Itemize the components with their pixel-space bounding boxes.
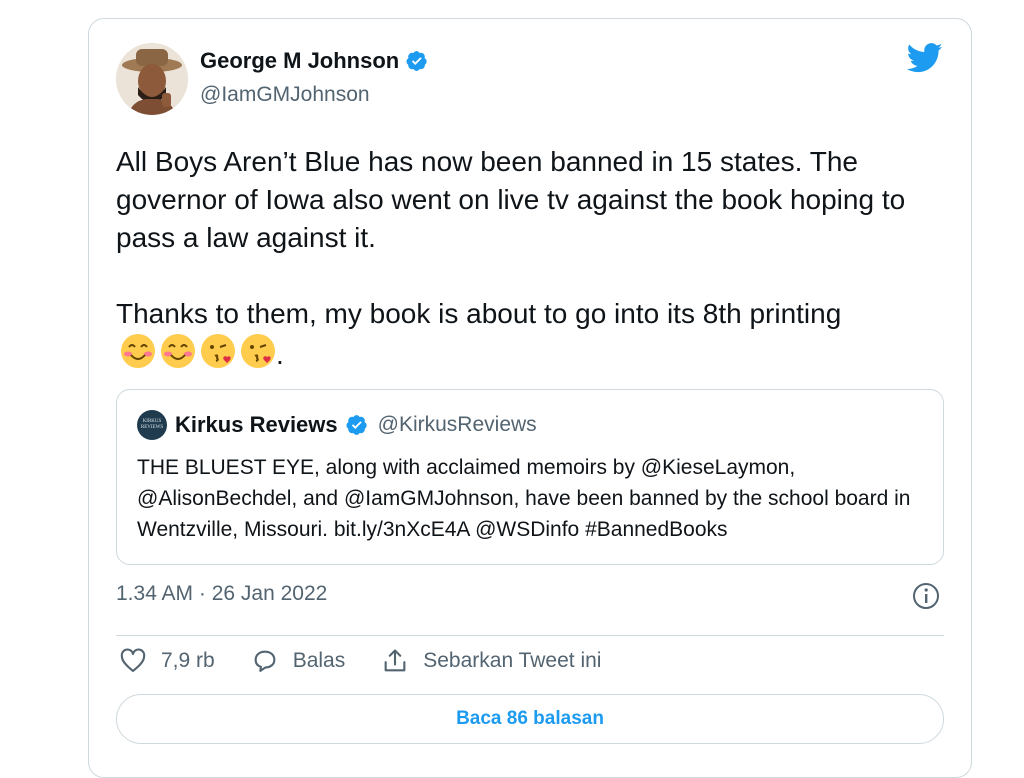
smiling-face-with-blush-icon	[121, 334, 155, 368]
author-handle[interactable]: @IamGMJohnson	[200, 83, 370, 107]
tweet-paragraph-2-text: Thanks to them, my book is about to go i…	[116, 298, 842, 329]
author-name[interactable]: George M Johnson	[200, 48, 399, 74]
tweet-timestamp[interactable]: 1.34 AM · 26 Jan 2022	[116, 582, 327, 606]
twitter-bird-icon[interactable]	[907, 43, 943, 73]
quoted-tweet[interactable]: KIRKUS REVIEWS Kirkus Reviews @KirkusRev…	[116, 389, 944, 565]
face-blowing-kiss-icon	[241, 334, 275, 368]
quoted-tweet-header: KIRKUS REVIEWS Kirkus Reviews @KirkusRev…	[137, 410, 537, 440]
reply-icon	[254, 650, 276, 672]
tweet-body: All Boys Aren’t Blue has now been banned…	[116, 143, 936, 374]
read-replies-label: Baca 86 balasan	[456, 708, 604, 729]
emoji-row	[120, 333, 276, 369]
share-icon	[384, 649, 406, 672]
tweet-paragraph-1: All Boys Aren’t Blue has now been banned…	[116, 146, 906, 253]
info-icon[interactable]	[911, 581, 941, 611]
share-label: Sebarkan Tweet ini	[423, 649, 602, 672]
action-bar: 7,9 rb Balas Sebarkan Tweet ini	[119, 647, 601, 675]
reply-label: Balas	[292, 649, 346, 672]
share-button[interactable]: Sebarkan Tweet ini	[381, 647, 601, 675]
quoted-author-handle[interactable]: @KirkusReviews	[378, 413, 537, 437]
tweet-paragraph-2: Thanks to them, my book is about to go i…	[116, 295, 936, 374]
reply-button[interactable]: Balas	[251, 647, 346, 675]
face-blowing-kiss-icon	[201, 334, 235, 368]
verified-badge-icon	[406, 51, 427, 71]
author-avatar[interactable]	[116, 43, 188, 115]
quoted-tweet-text: THE BLUEST EYE, along with acclaimed mem…	[137, 456, 911, 541]
quoted-avatar-text: KIRKUS REVIEWS	[140, 419, 164, 430]
divider	[116, 635, 944, 636]
read-replies-button[interactable]: Baca 86 balasan	[116, 694, 944, 744]
like-count: 7,9 rb	[161, 649, 215, 672]
quoted-author-name[interactable]: Kirkus Reviews	[175, 412, 338, 438]
like-button[interactable]: 7,9 rb	[119, 647, 215, 675]
heart-icon	[120, 648, 146, 672]
smiling-face-with-blush-icon	[161, 334, 195, 368]
tweet-trailing-period: .	[276, 339, 284, 370]
tweet-card: George M Johnson @IamGMJohnson All Boys …	[88, 18, 972, 778]
author-name-row: George M Johnson	[200, 48, 428, 74]
verified-badge-icon	[346, 415, 367, 435]
quoted-author-avatar[interactable]: KIRKUS REVIEWS	[137, 410, 167, 440]
